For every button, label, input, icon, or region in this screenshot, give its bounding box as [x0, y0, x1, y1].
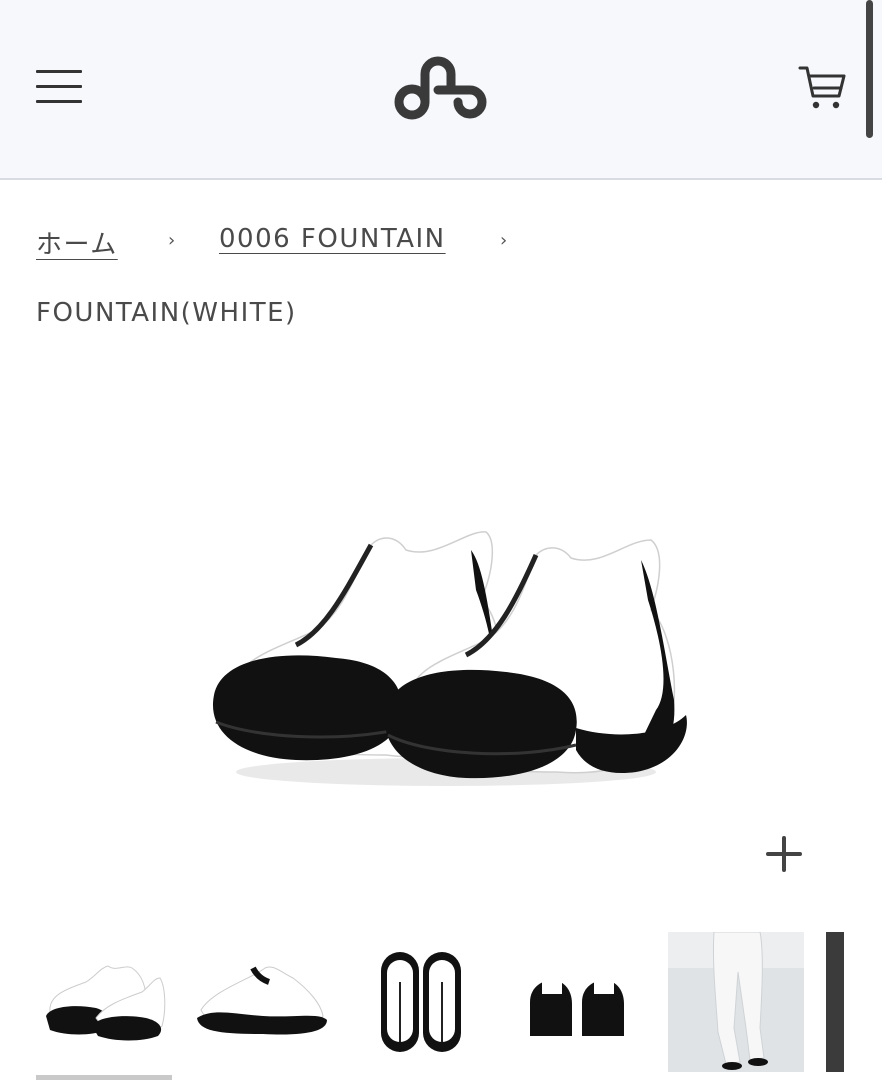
shopping-cart-icon[interactable] — [796, 62, 848, 114]
brand-logo[interactable] — [392, 52, 490, 124]
scrollbar-thumb[interactable] — [866, 0, 873, 138]
hamburger-menu-icon[interactable] — [36, 70, 84, 104]
main-product-image[interactable] — [196, 510, 696, 810]
thumbnail-back-view-pair[interactable] — [508, 932, 644, 1072]
thumbnail-pair-front-angle[interactable] — [36, 932, 172, 1072]
thumbnail-partial-next-thumbnail[interactable] — [826, 932, 844, 1072]
breadcrumb-separator: › — [168, 230, 177, 251]
thumbnail-top-view-pair[interactable] — [351, 932, 487, 1072]
thumbnail-single-side-view[interactable] — [193, 932, 329, 1072]
thumbnail-active-indicator — [36, 1075, 172, 1080]
product-title: FOUNTAIN(WHITE) — [36, 298, 297, 328]
breadcrumb-home-link[interactable]: ホーム — [36, 224, 118, 261]
thumbnail-model-wearing[interactable] — [668, 932, 804, 1072]
zoom-plus-icon[interactable] — [762, 832, 806, 876]
site-header — [0, 0, 882, 180]
thumbnail-strip — [0, 932, 882, 1080]
breadcrumb-collection-link[interactable]: 0006 FOUNTAIN — [219, 224, 446, 254]
breadcrumb-separator: › — [500, 230, 509, 251]
